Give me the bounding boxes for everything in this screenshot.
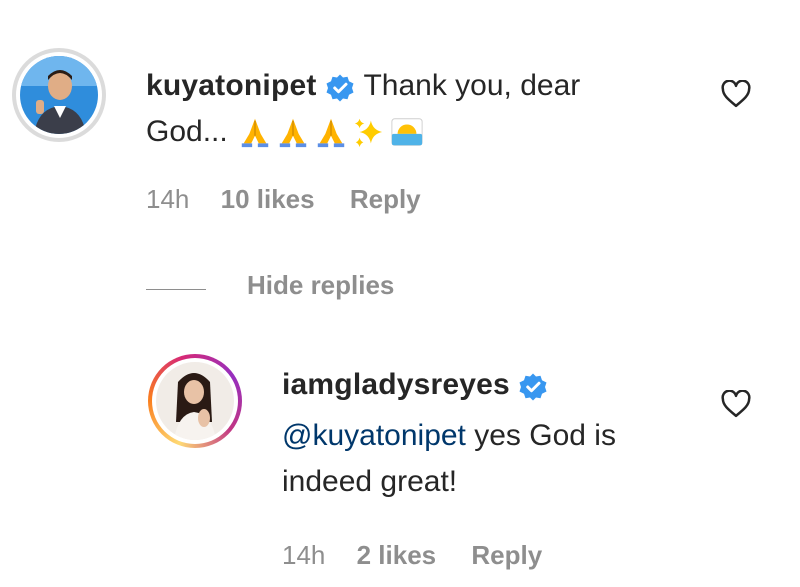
replies-divider [146, 289, 206, 290]
comment-1-likes[interactable]: 10 likes [221, 184, 315, 214]
comment-2-mention[interactable]: @kuyatonipet [282, 419, 466, 452]
comment-2-reply-button[interactable]: Reply [471, 540, 542, 570]
sunrise-emoji-icon [391, 118, 423, 146]
verified-badge-icon [326, 74, 354, 102]
comment-1-time[interactable]: 14h [146, 184, 189, 214]
comment-1-line1: kuyatonipet Thank you, dear [146, 62, 580, 110]
comment-2-meta: 14h 2 likes Reply [282, 540, 542, 571]
comment-1-line2: God... [146, 108, 428, 156]
like-comment-1-heart-icon[interactable] [721, 80, 751, 108]
folded-hands-emoji-icon [317, 118, 344, 148]
comment-1-username[interactable]: kuyatonipet [146, 69, 317, 102]
comment-2-text: yes God is [465, 419, 616, 452]
comment-2-likes[interactable]: 2 likes [357, 540, 437, 570]
folded-hands-emoji-icon [279, 118, 306, 148]
comment-2-line2: indeed great! [282, 465, 458, 498]
hide-replies-button[interactable]: Hide replies [247, 270, 394, 301]
comment-2-username[interactable]: iamgladysreyes [282, 368, 510, 401]
folded-hands-emoji-icon [241, 118, 268, 148]
comment-1-text-cont: God... [146, 115, 228, 148]
comment-2-time[interactable]: 14h [282, 540, 325, 570]
avatar-kuyatonipet[interactable] [12, 48, 106, 142]
comment-1-meta: 14h 10 likes Reply [146, 184, 421, 215]
comment-1-text: Thank you, dear [363, 69, 581, 102]
comment-2-header: iamgladysreyes [282, 368, 548, 408]
sparkles-emoji-icon [354, 118, 382, 148]
verified-badge-icon [519, 373, 547, 401]
avatar-iamgladysreyes[interactable] [148, 354, 242, 448]
avatar-photo [20, 56, 98, 134]
comment-2-line1: @kuyatonipet yes God is [282, 412, 616, 460]
like-comment-2-heart-icon[interactable] [721, 390, 751, 418]
comment-1-reply-button[interactable]: Reply [350, 184, 421, 214]
avatar-photo [156, 362, 234, 440]
